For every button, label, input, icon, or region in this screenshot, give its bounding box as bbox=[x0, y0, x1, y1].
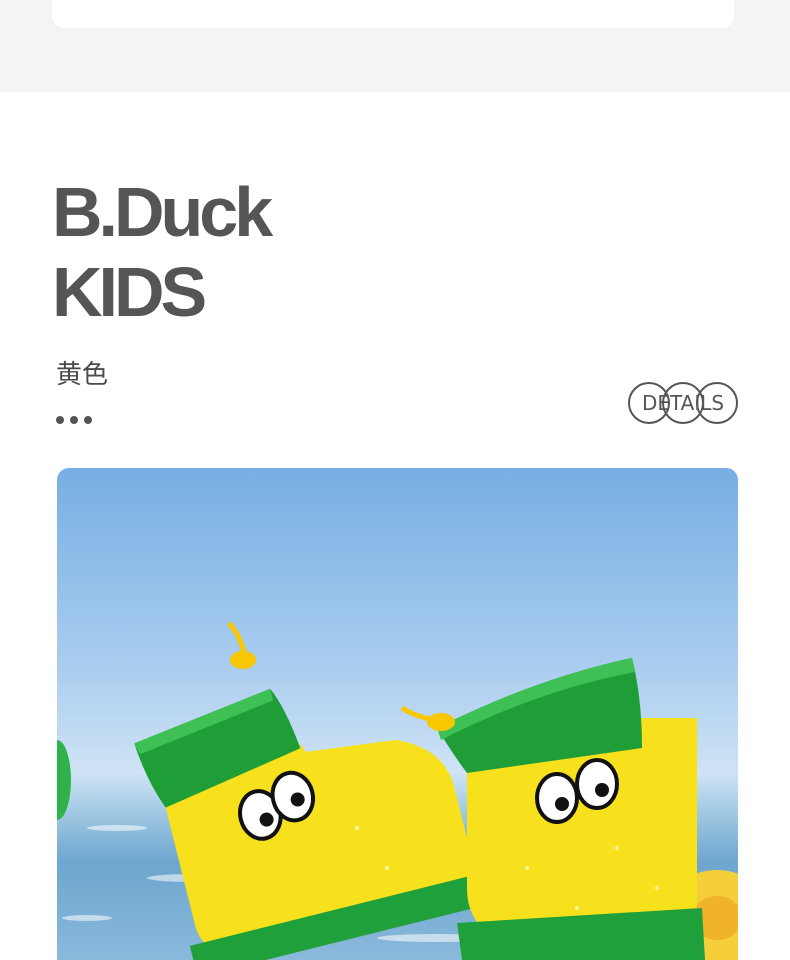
details-button[interactable]: DETAILS bbox=[628, 381, 738, 425]
details-button-label: DETAILS bbox=[641, 391, 725, 415]
top-section-background bbox=[0, 0, 790, 92]
more-dots-icon[interactable] bbox=[56, 416, 92, 424]
product-color-label: 黄色 bbox=[56, 360, 109, 390]
product-photo bbox=[57, 468, 738, 960]
dot bbox=[84, 416, 92, 424]
brand-title: B.Duck KIDS bbox=[52, 172, 273, 332]
right-boot bbox=[437, 658, 705, 960]
previous-card bbox=[52, 0, 734, 28]
brand-title-line1: B.Duck bbox=[52, 173, 273, 251]
brand-title-line2: KIDS bbox=[52, 253, 207, 331]
dot bbox=[70, 416, 78, 424]
left-boot-toggle bbox=[227, 621, 256, 669]
left-boot bbox=[134, 688, 489, 960]
dot bbox=[56, 416, 64, 424]
right-boot-toggle bbox=[400, 705, 455, 731]
